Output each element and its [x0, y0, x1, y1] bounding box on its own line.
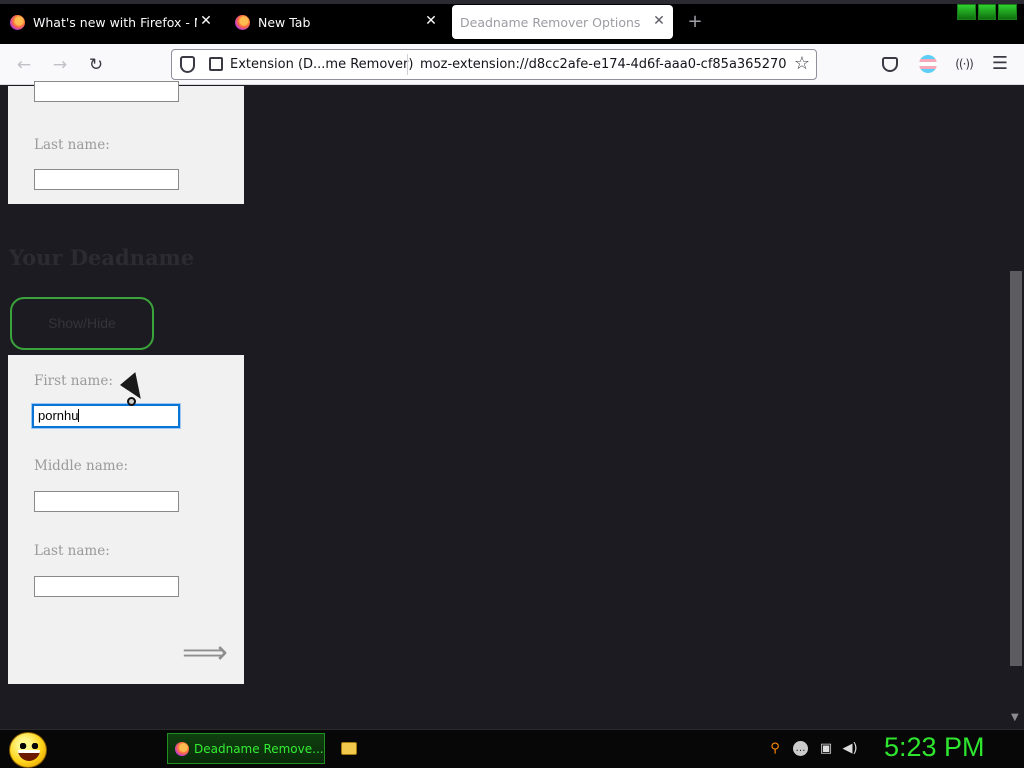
url-bar[interactable]: Extension (D...me Remover) moz-extension… [171, 49, 817, 80]
tracking-protection-shield-icon[interactable] [180, 56, 195, 73]
taskbar-window-title: Deadname Remove... [194, 741, 324, 756]
firefox-icon [10, 14, 25, 30]
cursor-busy-icon [127, 397, 136, 406]
close-tab-icon[interactable]: ✕ [198, 13, 214, 29]
clock[interactable]: 5:23 PM [884, 732, 985, 763]
scrollbar-thumb[interactable] [1010, 271, 1022, 666]
pocket-icon[interactable] [882, 57, 898, 72]
tab-strip-edge [0, 0, 1024, 4]
close-tab-icon[interactable]: ✕ [651, 13, 667, 29]
identity-label[interactable]: Extension (D...me Remover) [230, 57, 413, 72]
tab-whats-new[interactable]: What's new with Firefox - More ✕ [0, 5, 220, 39]
menu-icon[interactable]: ☰ [990, 54, 1010, 74]
last-name-label: Last name: [34, 543, 110, 559]
forward-button[interactable]: → [48, 53, 72, 77]
back-button[interactable]: ← [12, 53, 36, 77]
section-heading: Your Deadname [9, 245, 195, 270]
taskbar: Deadname Remove... ⚲ … ▣ ◀) 5:23 PM [0, 729, 1024, 768]
deadname-first-name-field[interactable]: pornhu [32, 404, 180, 428]
bookmark-star-icon[interactable]: ☆ [794, 54, 810, 74]
tab-deadname-remover-options[interactable]: Deadname Remover Options ✕ [452, 5, 673, 39]
middle-name-label: Middle name: [34, 458, 129, 474]
navigation-toolbar: ← → ↻ Extension (D...me Remover) moz-ext… [0, 44, 1024, 85]
firefox-icon [235, 14, 250, 30]
tab-new-tab[interactable]: New Tab ✕ [225, 5, 445, 39]
smiley-mouth [18, 750, 40, 761]
message-icon[interactable]: … [793, 741, 808, 756]
deadname-last-name-field[interactable] [34, 576, 179, 597]
smiley-eyes [20, 743, 38, 749]
signal-extension-icon[interactable]: ((·)) [954, 54, 974, 74]
first-name-label: First name: [34, 373, 113, 389]
tab-strip: What's new with Firefox - More ✕ New Tab… [0, 0, 1024, 44]
close-tab-icon[interactable]: ✕ [423, 13, 439, 29]
chosen-middle-name-field[interactable] [34, 81, 179, 102]
firefox-icon [175, 741, 189, 756]
tab-title: Deadname Remover Options [460, 14, 641, 30]
search-icon[interactable]: ⚲ [767, 741, 783, 757]
volume-icon[interactable]: ◀) [842, 741, 858, 757]
network-icon[interactable]: ▣ [818, 741, 834, 757]
scroll-down-arrow-icon[interactable]: ▼ [1011, 712, 1019, 723]
text-caret [78, 409, 80, 422]
deadname-card: First name: pornhu Middle name: Last nam… [8, 355, 244, 684]
chosen-name-card: Last name: [8, 81, 244, 204]
first-name-value: pornhu [38, 408, 79, 423]
new-tab-button[interactable]: + [684, 11, 706, 32]
tab-title: What's new with Firefox - More [33, 14, 197, 30]
maximize-button[interactable] [977, 4, 997, 20]
show-hide-button[interactable]: Show/Hide [10, 297, 154, 350]
file-manager-icon[interactable] [341, 742, 357, 755]
last-name-label: Last name: [34, 137, 110, 153]
tab-title: New Tab [258, 14, 311, 30]
taskbar-window-button[interactable]: Deadname Remove... [167, 733, 325, 764]
start-menu-smiley-icon[interactable] [9, 732, 47, 768]
deadname-middle-name-field[interactable] [34, 491, 179, 512]
trans-flag-extension-icon[interactable] [919, 55, 937, 73]
url-divider [407, 54, 408, 75]
url-text[interactable]: moz-extension://d8cc2afe-e174-4d6f-aaa0-… [420, 57, 786, 72]
chosen-last-name-field[interactable] [34, 169, 179, 190]
minimize-button[interactable] [957, 4, 976, 20]
reload-button[interactable]: ↻ [84, 53, 108, 77]
close-window-button[interactable] [998, 4, 1018, 20]
next-arrow-button[interactable]: ⟹ [182, 634, 228, 670]
window-controls [957, 4, 1018, 20]
extension-puzzle-icon [209, 57, 223, 71]
